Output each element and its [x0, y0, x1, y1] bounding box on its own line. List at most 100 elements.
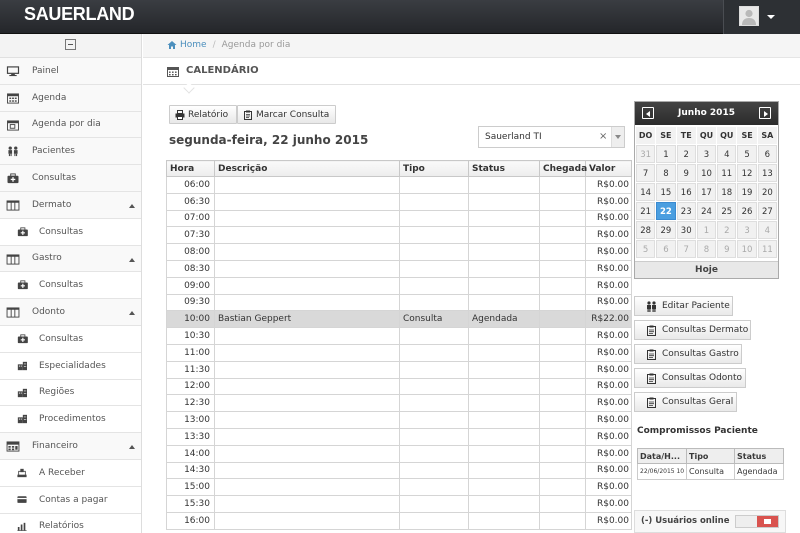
chevron-up-icon[interactable] — [129, 445, 135, 450]
calendar-day[interactable]: 14 — [636, 183, 656, 201]
calendar-day[interactable]: 4 — [717, 145, 737, 163]
calendar-day[interactable]: 27 — [757, 202, 777, 220]
sidebar-item-contas-a-pagar[interactable]: Contas a pagar — [0, 486, 141, 514]
chevron-up-icon[interactable] — [129, 311, 135, 316]
calendar-day[interactable]: 24 — [696, 202, 717, 220]
calendar-day[interactable]: 3 — [696, 145, 717, 163]
report-button[interactable]: Relatório — [169, 105, 237, 124]
agenda-row-booked[interactable]: 10:00 Bastian Geppert Consulta Agendada R$22… — [166, 310, 632, 329]
calendar-day[interactable]: 26 — [737, 202, 757, 220]
agenda-row[interactable]: 09:30 R$0.00 — [166, 293, 632, 312]
sidebar-item-regiões[interactable]: Regiões — [0, 379, 141, 407]
calendar-day[interactable]: 31 — [636, 145, 656, 163]
agenda-row[interactable]: 13:30 R$0.00 — [166, 427, 632, 446]
calendar-day[interactable]: 6 — [757, 145, 777, 163]
calendar-day[interactable]: 7 — [636, 164, 656, 182]
next-month-icon[interactable] — [759, 107, 771, 119]
calendar-day[interactable]: 11 — [757, 240, 777, 258]
clinic-select[interactable]: Sauerland TI × — [478, 126, 625, 148]
calendar-day[interactable]: 23 — [676, 202, 696, 220]
schedule-appointment-button[interactable]: Marcar Consulta — [237, 105, 336, 124]
brand-logo[interactable]: SAUERLAND — [24, 4, 135, 25]
calendar-day[interactable]: 10 — [737, 240, 757, 258]
chevron-up-icon[interactable] — [129, 203, 135, 208]
agenda-row[interactable]: 06:30 R$0.00 — [166, 192, 632, 211]
sidebar-item-consultas[interactable]: Consultas — [0, 272, 141, 300]
online-users-label[interactable]: (-) Usuários online — [641, 516, 730, 526]
calendar-day[interactable]: 18 — [717, 183, 737, 201]
agenda-row[interactable]: 16:00 R$0.00 — [166, 511, 632, 530]
sidebar-collapse-toggle[interactable] — [0, 34, 141, 58]
user-avatar[interactable] — [739, 6, 759, 26]
calendar-day[interactable]: 5 — [636, 240, 656, 258]
gastro-consultations-button[interactable]: Consultas Gastro — [634, 344, 742, 364]
calendar-day[interactable]: 25 — [717, 202, 737, 220]
agenda-row[interactable]: 11:00 R$0.00 — [166, 343, 632, 362]
today-button[interactable]: Hoje — [635, 261, 778, 278]
calendar-day[interactable]: 30 — [676, 221, 696, 239]
agenda-row[interactable]: 15:30 R$0.00 — [166, 495, 632, 513]
calendar-day[interactable]: 7 — [676, 240, 696, 258]
calendar-day[interactable]: 20 — [757, 183, 777, 201]
agenda-row[interactable]: 13:00 R$0.00 — [166, 411, 632, 429]
sidebar-item-consultas[interactable]: Consultas — [0, 165, 141, 192]
calendar-day[interactable]: 1 — [696, 221, 717, 239]
calendar-day-selected[interactable]: 22 — [656, 202, 676, 220]
agenda-row[interactable]: 15:00 R$0.00 — [166, 478, 632, 497]
calendar-day[interactable]: 8 — [656, 164, 676, 182]
agenda-row[interactable]: 12:30 R$0.00 — [166, 394, 632, 413]
breadcrumb-home-link[interactable]: Home — [180, 40, 207, 50]
calendar-day[interactable]: 10 — [696, 164, 717, 182]
sidebar-item-agenda[interactable]: Agenda — [0, 84, 141, 112]
online-users-toggle[interactable] — [735, 515, 779, 528]
user-menu[interactable] — [723, 0, 800, 34]
calendar-day[interactable]: 8 — [696, 240, 717, 258]
calendar-day[interactable]: 21 — [636, 202, 656, 220]
calendar-day[interactable]: 29 — [656, 221, 676, 239]
dermato-consultations-button[interactable]: Consultas Dermato — [634, 320, 751, 340]
sidebar-item-consultas[interactable]: Consultas — [0, 325, 141, 353]
calendar-day[interactable]: 9 — [676, 164, 696, 182]
clear-selection-icon[interactable]: × — [599, 127, 607, 147]
calendar-day[interactable]: 28 — [636, 221, 656, 239]
agenda-row[interactable]: 10:30 R$0.00 — [166, 327, 632, 345]
calendar-day[interactable]: 13 — [757, 164, 777, 182]
calendar-day[interactable]: 5 — [737, 145, 757, 163]
calendar-day[interactable]: 19 — [737, 183, 757, 201]
calendar-day[interactable]: 1 — [656, 145, 676, 163]
sidebar-item-relatórios[interactable]: Relatórios — [0, 513, 141, 533]
sidebar-item-consultas[interactable]: Consultas — [0, 218, 141, 246]
chevron-up-icon[interactable] — [129, 257, 135, 262]
agenda-row[interactable]: 11:30 R$0.00 — [166, 360, 632, 379]
agenda-row[interactable]: 09:00 R$0.00 — [166, 276, 632, 295]
agenda-row[interactable]: 12:00 R$0.00 — [166, 377, 632, 396]
sidebar-item-pacientes[interactable]: Pacientes — [0, 138, 141, 166]
prev-month-icon[interactable] — [642, 107, 654, 119]
agenda-row[interactable]: 08:00 R$0.00 — [166, 243, 632, 261]
agenda-row[interactable]: 07:00 R$0.00 — [166, 209, 632, 228]
calendar-day[interactable]: 11 — [717, 164, 737, 182]
appointment-row[interactable]: 22/06/2015 10 Consulta Agendada — [637, 463, 784, 480]
general-consultations-button[interactable]: Consultas Geral — [634, 392, 737, 412]
calendar-day[interactable]: 2 — [676, 145, 696, 163]
sidebar-item-gastro[interactable]: Gastro — [0, 245, 141, 273]
sidebar-item-painel[interactable]: Painel — [0, 58, 141, 85]
calendar-day[interactable]: 6 — [656, 240, 676, 258]
calendar-day[interactable]: 12 — [737, 164, 757, 182]
dropdown-arrow-icon[interactable] — [611, 127, 624, 147]
sidebar-item-a-receber[interactable]: A Receber — [0, 459, 141, 487]
sidebar-item-procedimentos[interactable]: Procedimentos — [0, 406, 141, 434]
sidebar-item-especialidades[interactable]: Especialidades — [0, 352, 141, 380]
agenda-row[interactable]: 08:30 R$0.00 — [166, 259, 632, 278]
chevron-down-icon[interactable] — [767, 15, 775, 19]
agenda-row[interactable]: 06:00 R$0.00 — [166, 176, 632, 194]
calendar-day[interactable]: 3 — [737, 221, 757, 239]
calendar-day[interactable]: 9 — [717, 240, 737, 258]
calendar-day[interactable]: 17 — [696, 183, 717, 201]
agenda-row[interactable]: 07:30 R$0.00 — [166, 226, 632, 245]
sidebar-item-dermato[interactable]: Dermato — [0, 191, 141, 219]
edit-patient-button[interactable]: Editar Paciente — [634, 296, 733, 316]
sidebar-item-agenda-por-dia[interactable]: Agenda por dia — [0, 111, 141, 139]
calendar-day[interactable]: 16 — [676, 183, 696, 201]
sidebar-item-odonto[interactable]: Odonto — [0, 299, 141, 326]
